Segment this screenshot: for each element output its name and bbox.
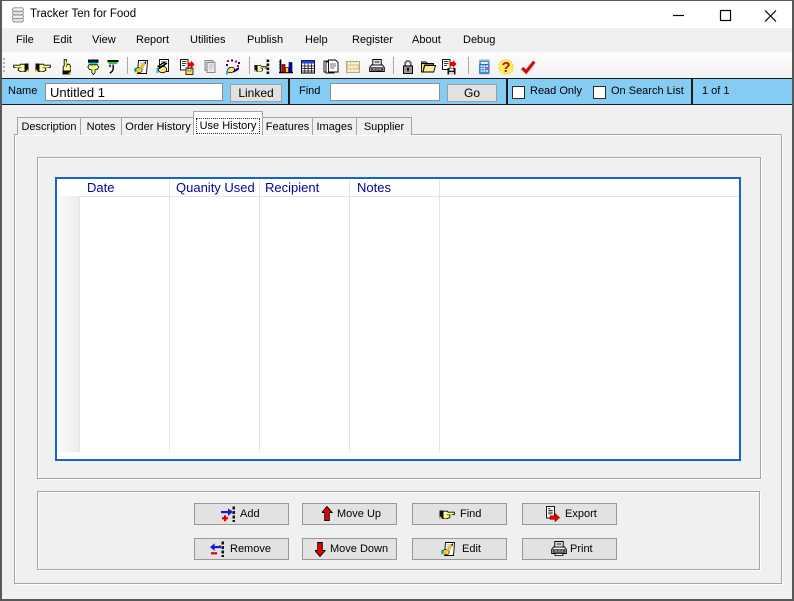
svg-text:?: ? xyxy=(502,60,511,75)
